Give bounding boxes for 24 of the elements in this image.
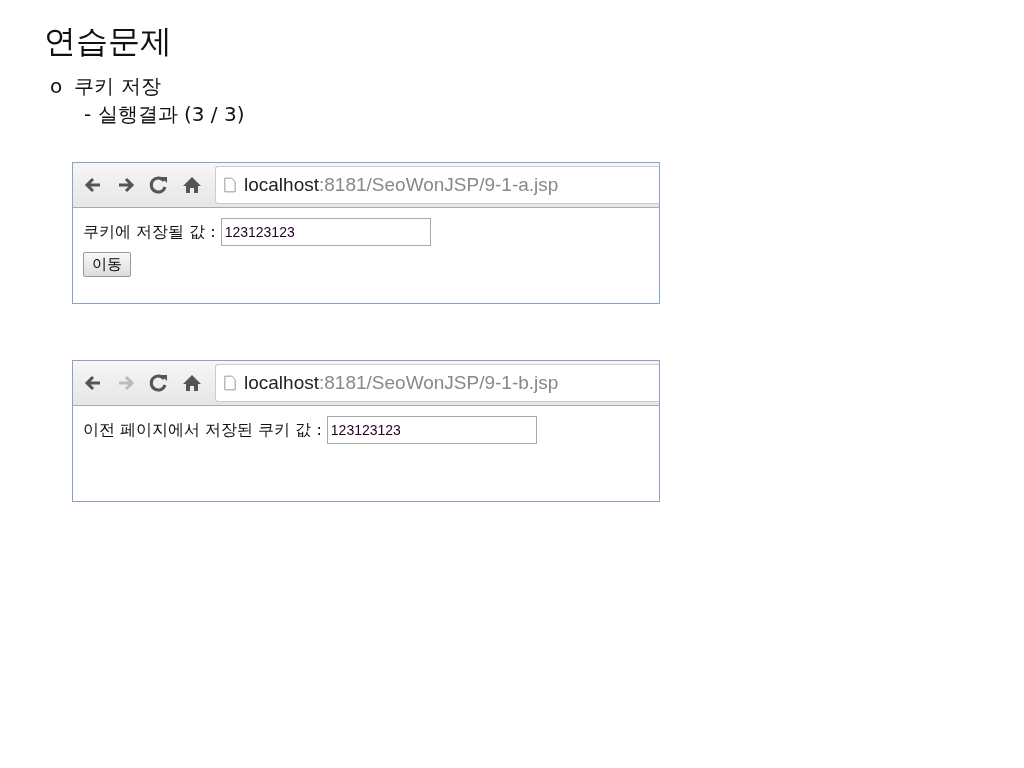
cookie-input[interactable]: 123123123 <box>220 218 431 246</box>
home-icon[interactable] <box>182 373 202 393</box>
address-bar[interactable]: localhost:8181/SeoWonJSP/9-1-a.jsp <box>215 166 659 204</box>
sub-heading: - 실행결과 (3 / 3) <box>84 101 246 128</box>
url-path: :8181/SeoWonJSP/9-1-a.jsp <box>319 174 559 196</box>
url-host: localhost <box>244 372 319 394</box>
home-icon[interactable] <box>182 175 202 195</box>
forward-icon[interactable] <box>116 175 136 195</box>
page-icon <box>224 177 236 193</box>
page-icon <box>224 375 236 391</box>
back-icon[interactable] <box>83 373 103 393</box>
field-label: 쿠키에 저장될 값 : <box>83 221 216 243</box>
url-host: localhost <box>244 174 319 196</box>
slide-title: 연습문제 <box>44 21 173 62</box>
field-label: 이전 페이지에서 저장된 쿠키 값 : <box>83 419 322 441</box>
reload-icon[interactable] <box>149 373 169 393</box>
bullet-mark: o <box>50 73 63 100</box>
reload-icon[interactable] <box>149 175 169 195</box>
url-path: :8181/SeoWonJSP/9-1-b.jsp <box>319 372 559 394</box>
back-icon[interactable] <box>83 175 103 195</box>
bullet-heading: 쿠키 저장 <box>74 73 161 100</box>
cookie-input[interactable]: 123123123 <box>326 416 537 444</box>
address-bar[interactable]: localhost:8181/SeoWonJSP/9-1-b.jsp <box>215 364 659 402</box>
move-button[interactable]: 이동 <box>83 252 131 277</box>
